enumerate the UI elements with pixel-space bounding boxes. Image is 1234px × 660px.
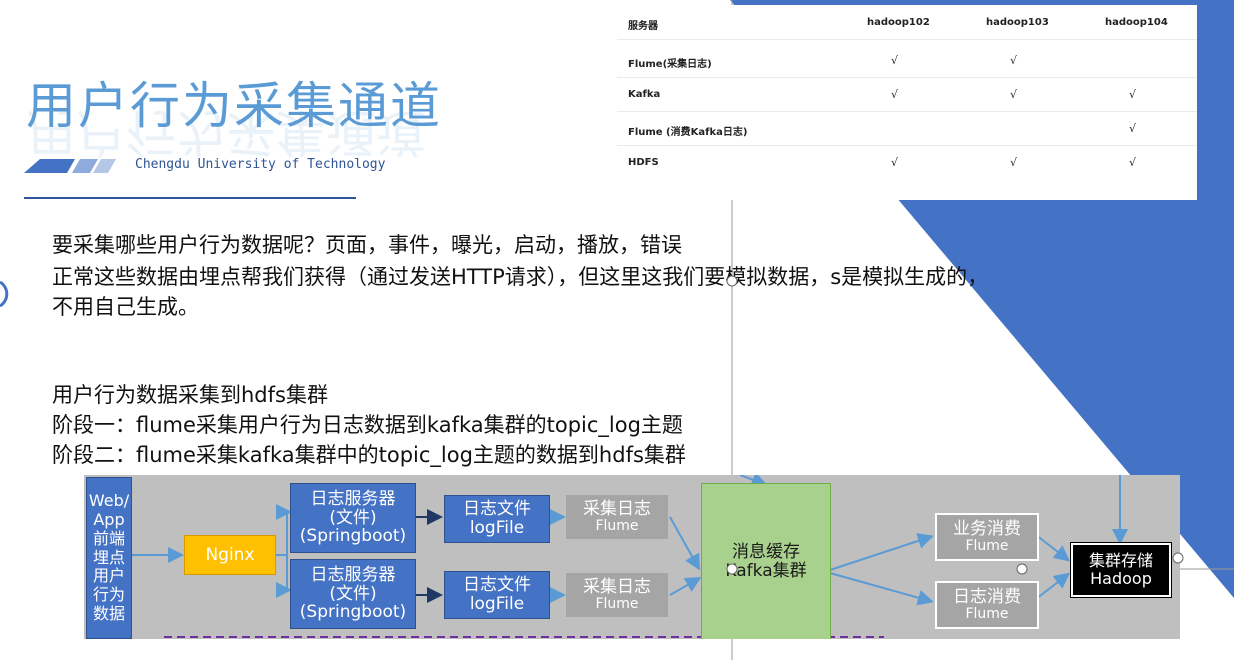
selection-handles[interactable] [0,0,1234,660]
